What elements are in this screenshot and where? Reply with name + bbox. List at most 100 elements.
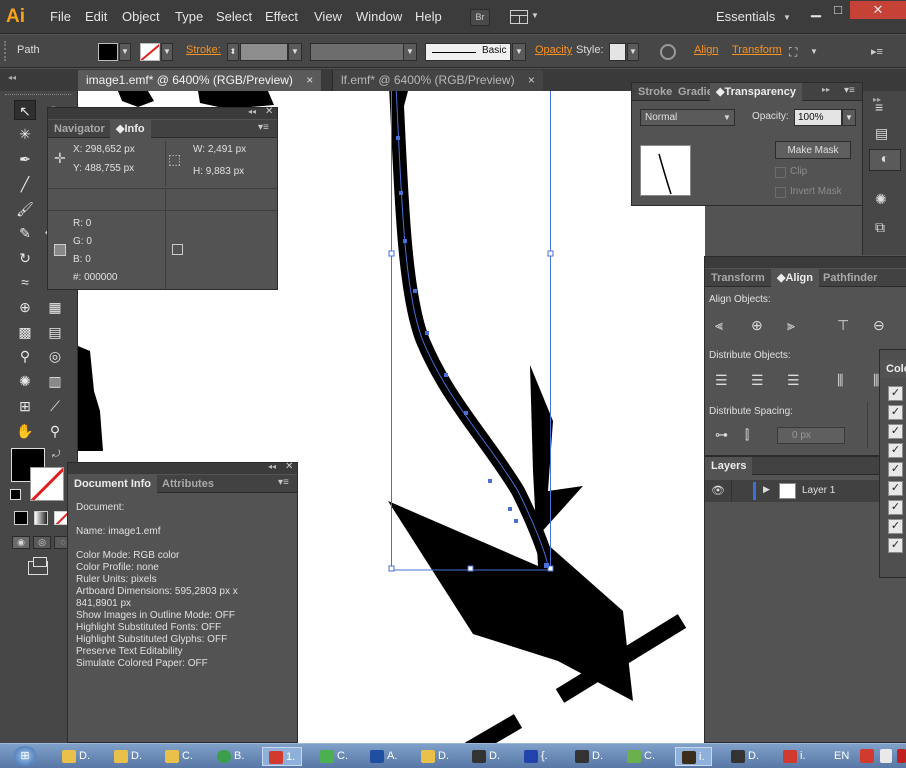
zoom-tool-icon[interactable]: ⚲: [44, 421, 66, 441]
align-center-h-icon[interactable]: ⊕: [751, 317, 763, 334]
spacing-input[interactable]: 0 px: [777, 427, 845, 444]
tab-document-info[interactable]: Document Info: [68, 475, 157, 493]
color-mode-icon[interactable]: [14, 511, 28, 525]
chevron-down-icon[interactable]: ▼: [531, 11, 539, 20]
taskbar-item-14[interactable]: i.: [783, 747, 806, 766]
stroke-label[interactable]: Stroke:: [186, 44, 221, 56]
tab-attributes[interactable]: Attributes: [156, 475, 220, 493]
style-dropdown[interactable]: ▼: [627, 43, 639, 61]
bridge-button[interactable]: Br: [470, 9, 490, 26]
profile-dropdown[interactable]: ▼: [403, 43, 417, 61]
invert-mask-checkbox[interactable]: [775, 187, 786, 198]
taskbar-item-13[interactable]: D.: [731, 747, 759, 766]
tab-pathfinder[interactable]: Pathfinder: [817, 269, 883, 287]
rotate-tool-icon[interactable]: ↻: [14, 248, 36, 268]
panel-menu-icon[interactable]: ▾≡: [258, 122, 269, 133]
opacity-dropdown[interactable]: ▼: [842, 109, 856, 126]
tray-app-icon[interactable]: [897, 749, 906, 763]
perspective-grid-tool-icon[interactable]: ▦: [44, 297, 66, 317]
artboard-tool-icon[interactable]: ⊞: [14, 396, 36, 416]
blend-tool-icon[interactable]: ◎: [44, 346, 66, 366]
tab-layers[interactable]: Layers: [705, 457, 753, 475]
transform-link[interactable]: Transform: [732, 44, 782, 56]
checkmark-icon[interactable]: ✓: [888, 386, 903, 401]
menu-select[interactable]: Select: [216, 9, 252, 24]
none-mode-icon[interactable]: [54, 511, 68, 525]
taskbar-item-6[interactable]: A.: [370, 747, 397, 766]
stroke-dropdown[interactable]: ▼: [161, 43, 173, 61]
distribute-center-v-icon[interactable]: ☰: [751, 372, 764, 389]
checkmark-icon[interactable]: ✓: [888, 538, 903, 553]
recolor-artwork-icon[interactable]: [660, 44, 676, 60]
default-colors-icon[interactable]: [10, 489, 21, 500]
graph-tool-icon[interactable]: ▥: [44, 371, 66, 391]
dock-graphic-styles-icon[interactable]: ⧉: [875, 219, 885, 236]
tab-color[interactable]: Colo: [880, 360, 906, 378]
taskbar-item-7[interactable]: D.: [421, 747, 449, 766]
fill-dropdown[interactable]: ▼: [119, 43, 131, 61]
checkmark-icon[interactable]: ✓: [888, 443, 903, 458]
menu-view[interactable]: View: [314, 9, 342, 24]
dock-menu-icon[interactable]: ≡: [875, 99, 883, 115]
tab-image1[interactable]: image1.emf* @ 6400% (RGB/Preview) ×: [78, 70, 322, 91]
taskbar-item-2[interactable]: C.: [165, 747, 193, 766]
menu-help[interactable]: Help: [415, 9, 442, 24]
close-icon[interactable]: ✕: [285, 461, 293, 472]
taskbar-item-5[interactable]: C.: [320, 747, 348, 766]
language-indicator[interactable]: EN: [834, 747, 849, 766]
thumbnail-preview[interactable]: [640, 145, 691, 196]
tray-pdf-icon[interactable]: [860, 749, 874, 763]
close-button[interactable]: ✕: [850, 1, 906, 19]
tab-transform[interactable]: Transform: [705, 269, 771, 287]
swap-colors-icon[interactable]: ⤾: [52, 449, 60, 460]
arrange-documents-icon[interactable]: [510, 10, 528, 24]
tray-app-icon[interactable]: [880, 749, 892, 763]
stroke-color-swatch[interactable]: [30, 467, 64, 501]
expand-layer-icon[interactable]: ▶: [763, 484, 770, 495]
opacity-link[interactable]: Opacity: [535, 44, 572, 56]
checkmark-icon[interactable]: ✓: [888, 519, 903, 534]
taskbar-item-1[interactable]: D.: [114, 747, 142, 766]
draw-behind-icon[interactable]: ◎: [33, 536, 51, 549]
gradient-tool-icon[interactable]: ▤: [44, 322, 66, 342]
taskbar-item-9[interactable]: {.: [524, 747, 548, 766]
stroke-swatch[interactable]: [140, 43, 160, 61]
stroke-weight-stepper[interactable]: ⬍: [227, 43, 239, 61]
line-tool-icon[interactable]: ╱: [14, 174, 36, 194]
layer-name[interactable]: Layer 1: [802, 485, 835, 496]
taskbar-item-12[interactable]: i.: [675, 747, 712, 766]
fill-swatch[interactable]: [98, 43, 118, 61]
symbol-sprayer-tool-icon[interactable]: ✺: [14, 371, 36, 391]
shape-builder-tool-icon[interactable]: ⊕: [14, 297, 36, 317]
expand-icon[interactable]: ▸▸: [822, 85, 830, 94]
tab-info[interactable]: ◆Info: [110, 120, 151, 138]
opacity-input[interactable]: 100%: [794, 109, 842, 126]
control-panel-menu-icon[interactable]: ▸≡: [871, 45, 883, 58]
distribute-top-icon[interactable]: ☰: [715, 372, 728, 389]
taskbar-item-3[interactable]: B.: [217, 747, 244, 766]
menu-effect[interactable]: Effect: [265, 9, 298, 24]
spacing-vertical-icon[interactable]: ⊶: [715, 427, 728, 443]
taskbar-item-11[interactable]: C.: [627, 747, 655, 766]
taskbar-item-8[interactable]: D.: [472, 747, 500, 766]
checkmark-icon[interactable]: ✓: [888, 405, 903, 420]
mesh-tool-icon[interactable]: ▩: [14, 322, 36, 342]
checkmark-icon[interactable]: ✓: [888, 424, 903, 439]
workspace-chevron-icon[interactable]: ▼: [783, 13, 791, 22]
align-link[interactable]: Align: [694, 44, 718, 56]
blend-mode-select[interactable]: Normal ▼: [640, 109, 735, 126]
visibility-eye-icon[interactable]: 👁: [711, 484, 725, 497]
distribute-left-icon[interactable]: ⫼: [837, 372, 843, 389]
pen-tool-icon[interactable]: ✒: [14, 149, 36, 169]
tab-lf[interactable]: lf.emf* @ 6400% (RGB/Preview) ×: [332, 70, 543, 91]
tab-navigator[interactable]: Navigator: [48, 120, 111, 138]
make-mask-button[interactable]: Make Mask: [775, 141, 851, 159]
align-center-v-icon[interactable]: ⊖: [873, 317, 885, 334]
menu-edit[interactable]: Edit: [85, 9, 107, 24]
isolate-chevron-icon[interactable]: ▼: [810, 47, 818, 56]
collapse-icon[interactable]: ◂◂: [248, 107, 256, 116]
panel-menu-icon[interactable]: ▾≡: [278, 477, 289, 488]
menu-type[interactable]: Type: [175, 9, 203, 24]
checkmark-icon[interactable]: ✓: [888, 500, 903, 515]
taskbar-item-10[interactable]: D.: [575, 747, 603, 766]
